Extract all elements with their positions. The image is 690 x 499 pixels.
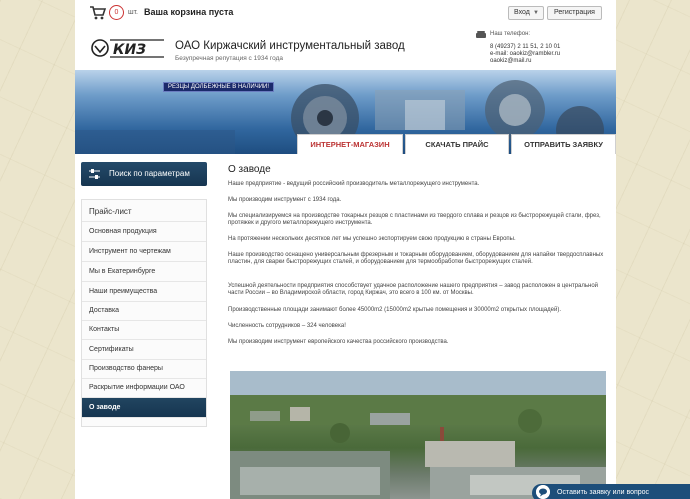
- cart-unit: шт.: [128, 9, 138, 16]
- factory-aerial-photo: [230, 371, 606, 499]
- chat-request-button[interactable]: Оставить заявку или вопрос: [532, 484, 690, 499]
- tab-online-shop[interactable]: ИНТЕРНЕТ-МАГАЗИН: [297, 134, 403, 154]
- content-paragraph: Наше предприятие - ведущий российский пр…: [228, 181, 480, 187]
- company-name: ОАО Киржачский инструментальный завод: [175, 40, 405, 52]
- parameter-search-label: Поиск по параметрам: [109, 169, 190, 178]
- sidebar-item-price-list[interactable]: Прайс-лист: [82, 202, 206, 222]
- parameter-search-button[interactable]: Поиск по параметрам: [81, 162, 207, 186]
- phone-number: 8 (49237) 2 11 51, 2 10 01: [490, 44, 561, 50]
- tab-send-request[interactable]: ОТПРАВИТЬ ЗАЯВКУ: [511, 134, 616, 154]
- sidebar-item-about[interactable]: О заводе: [82, 398, 206, 418]
- factory-aerial-illustration: [230, 371, 606, 499]
- email-secondary[interactable]: oaokiz@mail.ru: [490, 58, 560, 65]
- chat-bubble-icon: [536, 485, 550, 499]
- login-label: Вход: [514, 9, 530, 16]
- sidebar-item-main-products[interactable]: Основная продукция: [82, 222, 206, 242]
- banner-promo-label[interactable]: Резцы долбежные в наличии!: [163, 82, 274, 92]
- page-container: 0 шт. Ваша корзина пуста Вход ▼ Регистра…: [75, 0, 616, 499]
- sidebar-item-delivery[interactable]: Доставка: [82, 301, 206, 321]
- sidebar-menu: Прайс-лист Основная продукция Инструмент…: [81, 199, 207, 427]
- content-paragraph: Численность сотрудников – 324 человека!: [228, 323, 346, 329]
- tab-download-price[interactable]: СКАЧАТЬ ПРАЙС: [405, 134, 509, 154]
- content-paragraph: Мы производим инструмент с 1934 года.: [228, 197, 342, 203]
- phone-icon: [476, 31, 486, 38]
- content-paragraph: Успешной деятельности предприятия способ…: [228, 283, 599, 297]
- site-header: КИЗ ОАО Киржачский инструментальный заво…: [75, 26, 616, 70]
- content-paragraph: На протяжении нескольких десятков лет мы…: [228, 236, 516, 242]
- content-paragraph: Мы производим инструмент европейского ка…: [228, 339, 449, 345]
- sidebar-item-custom-tools[interactable]: Инструмент по чертежам: [82, 242, 206, 262]
- content-paragraph: Мы специализируемся на производстве тока…: [228, 213, 601, 227]
- register-button[interactable]: Регистрация: [547, 6, 602, 20]
- contacts-block: 8 (49237) 2 11 51, 2 10 01 e-mail: oaoki…: [490, 44, 560, 65]
- sidebar-item-advantages[interactable]: Наши преимущества: [82, 282, 206, 302]
- cart-count-badge: 0: [109, 5, 124, 20]
- content-paragraph: Производственные площади занимают более …: [228, 307, 561, 313]
- sidebar-item-plywood[interactable]: Производство фанеры: [82, 359, 206, 379]
- logo-text: КИЗ: [113, 42, 146, 58]
- email-primary[interactable]: e-mail: oaokiz@rambler.ru: [490, 51, 560, 58]
- cart-icon[interactable]: [90, 6, 106, 20]
- sidebar-item-yekaterinburg[interactable]: Мы в Екатеринбурге: [82, 262, 206, 282]
- cart-status[interactable]: Ваша корзина пуста: [144, 7, 233, 17]
- company-logo[interactable]: КИЗ: [90, 36, 166, 60]
- sidebar-item-certificates[interactable]: Сертификаты: [82, 340, 206, 360]
- phone-label: Наш телефон:: [490, 31, 531, 37]
- top-bar: 0 шт. Ваша корзина пуста Вход ▼ Регистра…: [75, 0, 616, 26]
- company-tagline: Безупречная репутация с 1934 года: [175, 55, 283, 62]
- page-title: О заводе: [228, 164, 271, 175]
- content-paragraph: Наше производство оснащено универсальным…: [228, 252, 604, 266]
- login-button[interactable]: Вход ▼: [508, 6, 544, 20]
- sidebar-item-contacts[interactable]: Контакты: [82, 320, 206, 340]
- sidebar-item-disclosure[interactable]: Раскрытие информации ОАО: [82, 378, 206, 398]
- chat-request-label: Оставить заявку или вопрос: [557, 489, 650, 496]
- filter-sliders-icon: [89, 169, 100, 179]
- chevron-down-icon: ▼: [533, 10, 539, 16]
